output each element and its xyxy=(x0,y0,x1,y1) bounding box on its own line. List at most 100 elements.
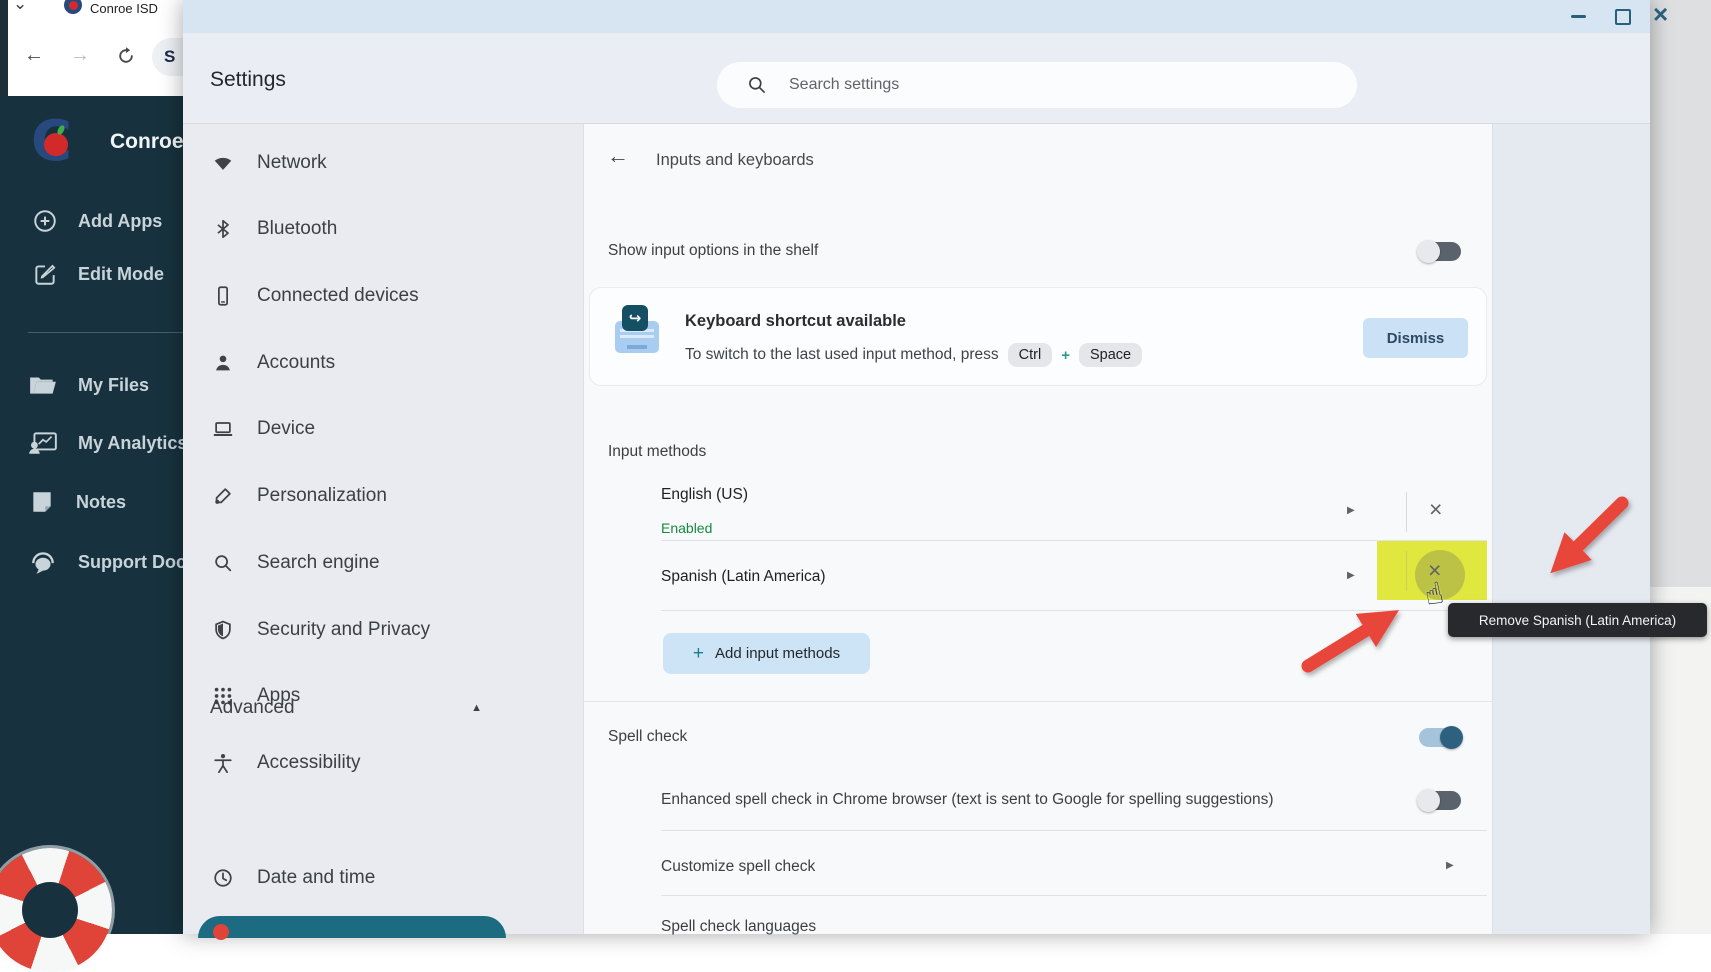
nav-item-search-engine[interactable]: Search engine xyxy=(212,543,380,583)
caret-up-icon: ▲ xyxy=(471,702,482,714)
remove-english-button[interactable]: × xyxy=(1429,498,1442,520)
divider xyxy=(661,610,1487,611)
settings-window: × Settings Search settings Network Bluet… xyxy=(183,0,1650,934)
page-title: Inputs and keyboards xyxy=(656,151,814,170)
sidebar-item-label: Add Apps xyxy=(78,211,162,232)
search-icon xyxy=(747,75,767,95)
ctrl-key-chip: Ctrl xyxy=(1008,343,1053,367)
search-icon xyxy=(212,552,234,574)
plus-icon: + xyxy=(693,643,704,665)
browser-back-button[interactable]: ← xyxy=(24,44,44,67)
divider xyxy=(1406,551,1407,591)
browser-chrome: ⌄ Conroe ISD ← → S xyxy=(0,0,183,96)
sidebar-item-support-docs[interactable]: Support Docs xyxy=(28,548,183,576)
edit-pencil-icon xyxy=(32,261,58,287)
right-gutter xyxy=(1493,124,1650,934)
shield-icon xyxy=(212,619,234,641)
phone-icon xyxy=(212,285,234,307)
sidebar-item-label: Support Docs xyxy=(78,552,183,573)
switch-arrow-icon: ↪ xyxy=(622,305,648,331)
nav-item-security-privacy[interactable]: Security and Privacy xyxy=(212,610,430,650)
folder-icon xyxy=(28,372,58,398)
sidebar-item-add-apps[interactable]: Add Apps xyxy=(32,208,162,234)
divider xyxy=(28,332,183,333)
desktop-background-bottom xyxy=(1650,587,1711,934)
nav-advanced-toggle[interactable]: Advanced ▲ xyxy=(210,688,482,728)
chevron-right-icon[interactable]: ▶ xyxy=(1347,570,1355,581)
divider xyxy=(661,895,1487,896)
life-preserver-decoration xyxy=(0,848,112,972)
sidebar-item-my-files[interactable]: My Files xyxy=(28,372,149,398)
input-method-status: Enabled xyxy=(661,520,712,536)
apple-icon xyxy=(44,133,68,156)
divider xyxy=(661,540,1487,541)
browser-tab-title[interactable]: Conroe ISD xyxy=(90,1,158,16)
nav-item-bluetooth[interactable]: Bluetooth xyxy=(212,209,337,249)
enhanced-spell-check-label: Enhanced spell check in Chrome browser (… xyxy=(661,791,1274,809)
nav-item-accounts[interactable]: Accounts xyxy=(212,343,335,383)
brand-name: Conroe xyxy=(110,130,183,154)
preserver-hole xyxy=(22,882,78,938)
back-arrow-button[interactable]: ← xyxy=(607,143,629,169)
spell-check-label: Spell check xyxy=(608,728,687,746)
search-placeholder: Search settings xyxy=(789,76,899,94)
input-method-name: English (US) xyxy=(661,486,748,504)
shelf-option-label: Show input options in the shelf xyxy=(608,242,818,260)
clock-icon xyxy=(212,867,234,889)
accessibility-icon xyxy=(212,752,234,774)
chevron-right-icon[interactable]: ▶ xyxy=(1446,860,1454,871)
dismiss-button[interactable]: Dismiss xyxy=(1363,318,1468,358)
nav-item-network[interactable]: Network xyxy=(212,143,327,183)
window-titlebar[interactable] xyxy=(183,0,1650,33)
brush-icon xyxy=(212,485,234,507)
maximize-button[interactable] xyxy=(1615,9,1631,25)
teal-action-pill[interactable] xyxy=(198,916,506,938)
sidebar-item-label: Edit Mode xyxy=(78,264,164,285)
nav-item-date-time[interactable]: Date and time xyxy=(212,858,375,898)
nav-item-personalization[interactable]: Personalization xyxy=(212,476,387,516)
toggle-knob xyxy=(1417,240,1440,263)
browser-forward-button[interactable]: → xyxy=(70,44,90,67)
chevron-down-icon[interactable]: ⌄ xyxy=(13,0,27,14)
divider xyxy=(661,830,1487,831)
conroe-logo: C xyxy=(31,117,83,169)
close-button[interactable]: × xyxy=(1653,0,1668,29)
settings-search[interactable]: Search settings xyxy=(717,62,1357,108)
nav-item-connected-devices[interactable]: Connected devices xyxy=(212,276,419,316)
section-divider xyxy=(583,701,1493,702)
sidebar-item-my-analytics[interactable]: My Analytics xyxy=(28,430,183,456)
spell-check-languages-label: Spell check languages xyxy=(661,918,816,936)
shortcut-card-description: To switch to the last used input method,… xyxy=(685,343,1142,367)
app-title: Settings xyxy=(210,68,286,92)
shelf-option-toggle[interactable] xyxy=(1419,242,1461,261)
sidebar-item-label: Notes xyxy=(76,492,126,513)
bluetooth-icon xyxy=(212,218,234,240)
chevron-right-icon[interactable]: ▶ xyxy=(1347,505,1355,516)
analytics-board-icon xyxy=(28,430,58,456)
sidebar-item-edit-mode[interactable]: Edit Mode xyxy=(32,261,164,287)
toggle-knob xyxy=(1417,789,1440,812)
spell-check-toggle[interactable] xyxy=(1419,728,1461,747)
reload-icon xyxy=(116,46,136,66)
laptop-icon xyxy=(212,418,234,440)
divider xyxy=(1406,492,1407,532)
enhanced-spell-check-toggle[interactable] xyxy=(1419,791,1461,810)
sidebar-item-notes[interactable]: Notes xyxy=(28,489,126,515)
support-headset-icon xyxy=(28,548,58,576)
input-method-name: Spanish (Latin America) xyxy=(661,568,826,586)
tab-favicon xyxy=(64,0,82,14)
wifi-icon xyxy=(212,152,234,174)
site-letter: S xyxy=(164,47,175,67)
note-icon xyxy=(28,489,56,515)
space-key-chip: Space xyxy=(1079,343,1142,367)
nav-item-device[interactable]: Device xyxy=(212,409,315,449)
red-dot-icon xyxy=(213,924,229,940)
nav-item-accessibility[interactable]: Accessibility xyxy=(212,743,360,783)
plus-circle-icon xyxy=(32,208,58,234)
browser-reload-button[interactable] xyxy=(116,46,136,71)
person-icon xyxy=(212,352,234,374)
add-input-methods-button[interactable]: + Add input methods xyxy=(663,633,870,674)
minimize-button[interactable] xyxy=(1571,15,1586,18)
sidebar-item-label: My Files xyxy=(78,375,149,396)
sidebar-item-label: My Analytics xyxy=(78,433,183,454)
